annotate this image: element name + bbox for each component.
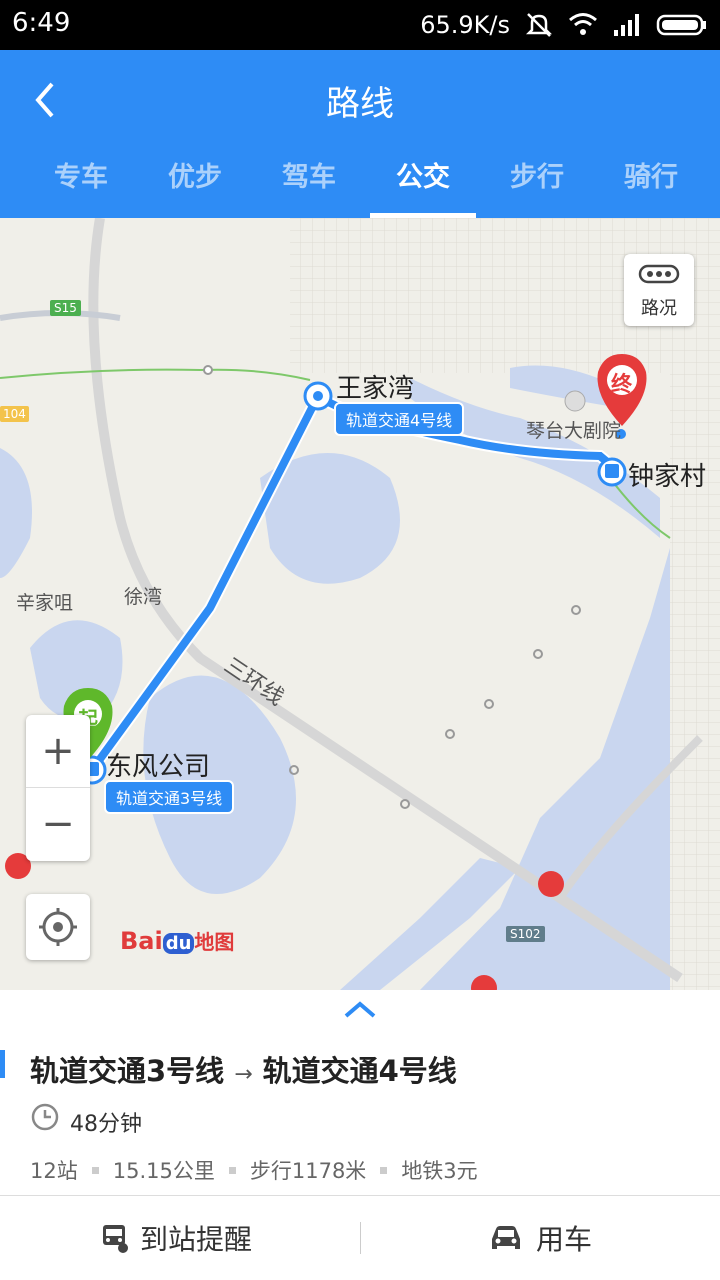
- map-canvas: [0, 218, 720, 990]
- station-wangjiawan[interactable]: 王家湾: [336, 368, 414, 405]
- road-s102: S102: [506, 926, 545, 942]
- zoom-control: + −: [26, 715, 90, 861]
- tab-drive[interactable]: 驾车: [252, 148, 366, 218]
- road-104: 104: [0, 406, 29, 422]
- place-xuwan: 徐湾: [124, 586, 163, 608]
- battery-icon: [656, 14, 706, 36]
- traffic-label: 路况: [641, 298, 677, 319]
- route-to: 轨道交通4号线: [262, 1054, 457, 1088]
- tab-car-hailing[interactable]: 专车: [24, 148, 138, 218]
- route-panel[interactable]: 轨道交通3号线 → 轨道交通4号线 48分钟 12站 15.15公里 步行1178米…: [0, 990, 720, 1280]
- station-dongfeng[interactable]: 东风公司: [106, 746, 210, 783]
- meta-separator: [380, 1166, 388, 1174]
- meta-distance: 15.15公里: [112, 1159, 215, 1183]
- button-separator: [360, 1222, 361, 1254]
- meta-walk: 步行1178米: [249, 1159, 367, 1183]
- chevron-up-icon[interactable]: [340, 996, 380, 1022]
- page-title: 路线: [326, 84, 394, 124]
- meta-stops: 12站: [30, 1159, 78, 1183]
- duration: 48分钟: [70, 1112, 142, 1137]
- mode-tabs: 专车 优步 驾车 公交 步行 骑行: [0, 148, 720, 218]
- place-xinjiazui: 辛家咀: [16, 592, 74, 614]
- mute-icon: [525, 13, 553, 37]
- traffic-button[interactable]: 路况: [624, 254, 694, 326]
- meta-separator: [91, 1166, 99, 1174]
- map-view[interactable]: 起 终 王家湾 轨道交通4号线 钟家村 琴台大剧院 东风公司 轨道交通3号线 辛…: [0, 218, 720, 990]
- tab-uber[interactable]: 优步: [138, 148, 252, 218]
- meta-separator: [228, 1166, 236, 1174]
- wifi-icon: [569, 13, 597, 35]
- logo-ditu: 地图: [194, 930, 235, 954]
- status-bar: 6:49 65.9K/s: [0, 0, 720, 50]
- locate-icon: [39, 908, 77, 946]
- car-icon: [492, 1226, 520, 1249]
- logo-du: du: [162, 933, 195, 954]
- meta-fare: 地铁3元: [401, 1159, 478, 1183]
- signal-icon: [614, 14, 639, 36]
- route-from: 轨道交通3号线: [30, 1054, 225, 1088]
- traffic-icon: [638, 264, 680, 284]
- zoom-out-button[interactable]: −: [26, 788, 90, 860]
- line4-label: 轨道交通4号线: [334, 402, 465, 436]
- route-indicator: [0, 1050, 5, 1078]
- panel-divider: [0, 1195, 720, 1196]
- status-time: 6:49: [12, 8, 71, 38]
- route-meta: 12站 15.15公里 步行1178米 地铁3元: [30, 1155, 478, 1185]
- road-s15: S15: [50, 300, 81, 316]
- arrival-reminder-button[interactable]: 到站提醒: [100, 1210, 252, 1266]
- zoom-in-button[interactable]: +: [26, 715, 90, 787]
- car-button[interactable]: 用车: [488, 1210, 592, 1266]
- app-header: 路线 专车 优步 驾车 公交 步行 骑行: [0, 50, 720, 218]
- clock-icon: [31, 1103, 59, 1131]
- car-label: 用车: [536, 1223, 593, 1256]
- tab-bike[interactable]: 骑行: [594, 148, 708, 218]
- bus-alarm-icon: [103, 1225, 128, 1253]
- place-qintai: 琴台大剧院: [526, 420, 622, 442]
- logo-bai: Bai: [120, 927, 163, 955]
- baidu-logo: Bai du 地图: [120, 926, 234, 955]
- station-zhongjiacun[interactable]: 钟家村: [628, 456, 706, 493]
- tab-transit[interactable]: 公交: [366, 148, 480, 218]
- line3-label: 轨道交通3号线: [104, 780, 235, 814]
- net-speed: 65.9K/s: [420, 11, 510, 39]
- arrival-reminder-label: 到站提醒: [140, 1223, 253, 1256]
- route-summary[interactable]: 轨道交通3号线 → 轨道交通4号线: [30, 1048, 457, 1090]
- end-marker-label: 终: [611, 372, 632, 396]
- locate-button[interactable]: [26, 894, 90, 960]
- route-arrow: →: [234, 1062, 253, 1087]
- tab-walk[interactable]: 步行: [480, 148, 594, 218]
